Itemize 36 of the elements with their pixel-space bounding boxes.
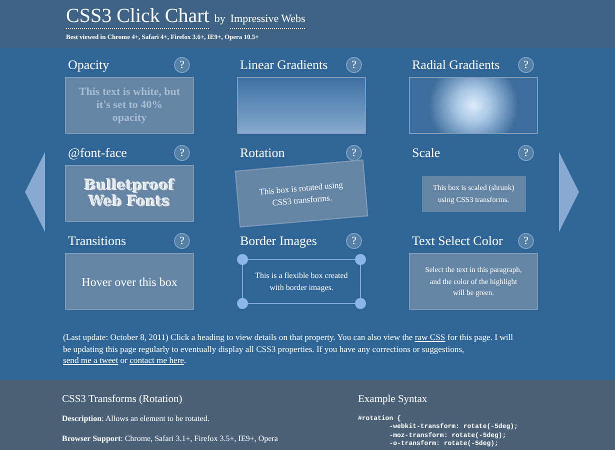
help-button[interactable]: ? <box>518 233 534 249</box>
help-button[interactable]: ? <box>174 57 190 73</box>
details-text: Description: Allows an element to be rotated. <box>62 414 210 424</box>
author-link[interactable]: Impressive Webs <box>230 11 306 28</box>
border-image-text: This is a flexible box created with border images. <box>254 270 349 294</box>
inline-link[interactable]: raw CSS <box>414 332 446 342</box>
property-heading[interactable]: Opacity <box>68 55 110 75</box>
help-button[interactable]: ? <box>174 233 190 249</box>
help-button[interactable]: ? <box>346 145 362 161</box>
inline-link[interactable]: contact me here <box>130 355 184 365</box>
property-heading[interactable]: Transitions <box>68 231 126 251</box>
details-title: CSS3 Transforms (Rotation) <box>62 393 184 406</box>
property-heading[interactable]: Text Select Color <box>412 231 503 251</box>
property-heading[interactable]: Rotation <box>240 143 285 163</box>
previous-arrow-icon[interactable] <box>25 152 45 232</box>
help-button[interactable]: ? <box>518 57 534 73</box>
inline-link[interactable]: send me a tweet <box>63 355 118 365</box>
page-title: CSS3 Click Chart <box>66 4 210 29</box>
help-button[interactable]: ? <box>346 57 362 73</box>
details-text: Browser Support: Chrome, Safari 3.1+, Firefox 3.5+, IE9+, Opera <box>62 434 279 444</box>
property-heading[interactable]: Linear Gradients <box>240 55 328 75</box>
help-button[interactable]: ? <box>174 145 190 161</box>
faded-text: This text is white, but it's set to 40% opacity <box>78 86 182 125</box>
property-heading[interactable]: Radial Gradients <box>412 55 500 75</box>
rotated-text: This box is rotated using CSS3 transforms. <box>258 178 344 210</box>
update-note: (Last update: October 8, 2011) Click a heading to view details on that property. You can also view the raw CSS for this page. I will be updating this page regularly to eventually display all CSS3 properties. If you have any corrections or suggestions, send me a tweet or contact me here. <box>63 332 513 366</box>
byline-text: by <box>214 12 226 27</box>
next-arrow-icon[interactable] <box>559 152 579 232</box>
hover-box[interactable]: Hover over this box <box>65 253 194 310</box>
help-button[interactable]: ? <box>518 145 534 161</box>
property-heading[interactable]: @font-face <box>68 143 127 163</box>
property-heading[interactable]: Border Images <box>240 231 317 251</box>
decorative-text: Bulletproof Web Fonts <box>84 178 176 210</box>
property-heading[interactable]: Scale <box>412 143 440 163</box>
syntax-title: Example Syntax <box>358 393 428 406</box>
help-button[interactable]: ? <box>346 233 362 249</box>
